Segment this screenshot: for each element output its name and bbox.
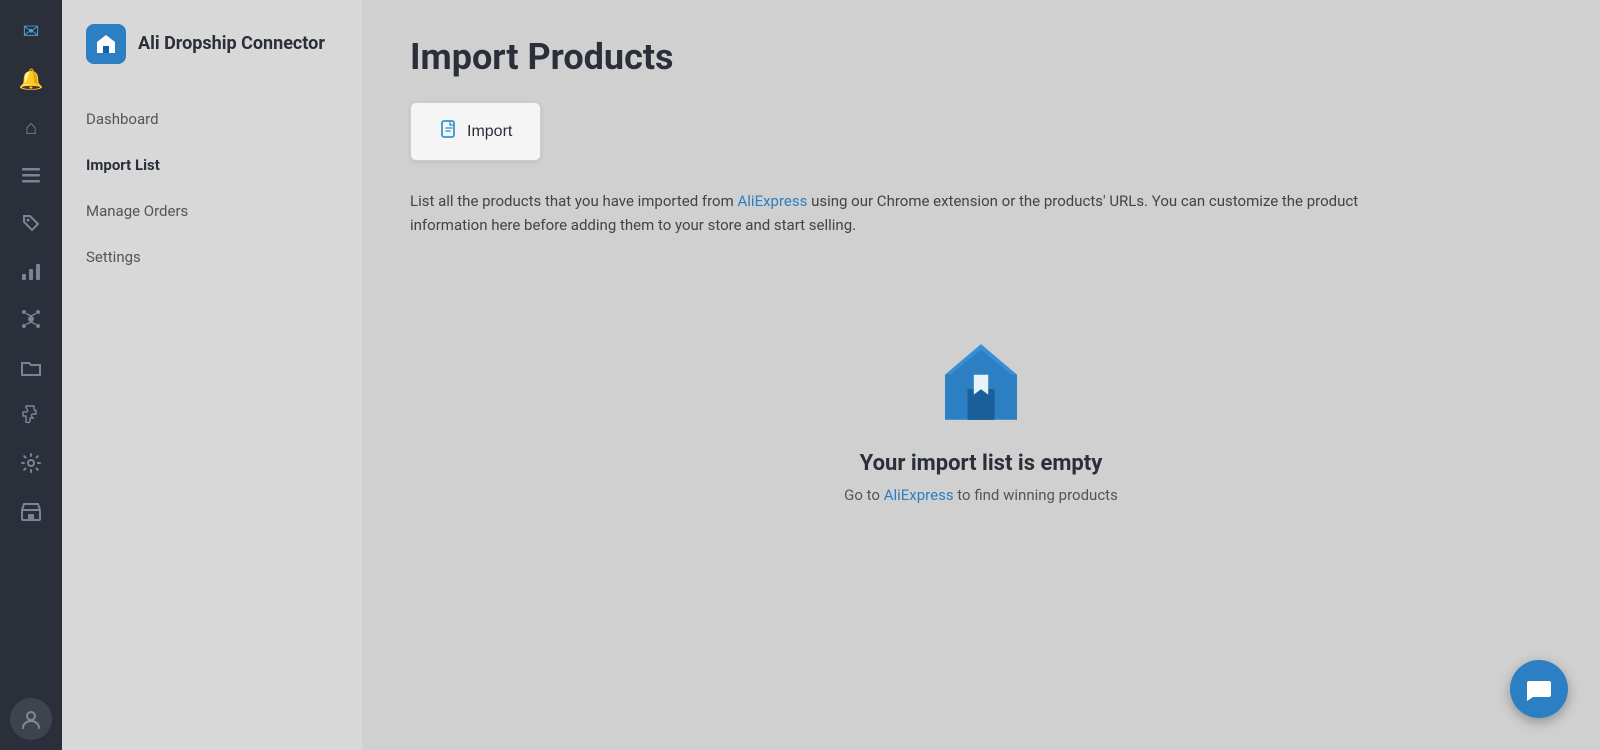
empty-state-title: Your import list is empty [860,451,1103,476]
app-logo-icon [86,24,126,64]
app-logo-text: Ali Dropship Connector [138,33,325,55]
empty-state-prefix: Go to [844,486,884,504]
bell-icon[interactable]: 🔔 [10,58,52,100]
integration-icon[interactable] [10,298,52,340]
main-content: Import Products Import List all the prod… [362,0,1600,750]
app-logo: Ali Dropship Connector [62,24,362,96]
user-avatar-icon[interactable] [10,698,52,740]
store-icon[interactable] [10,490,52,532]
import-button-label: Import [467,123,512,141]
nav-sidebar: Ali Dropship Connector Dashboard Import … [62,0,362,750]
chart-icon[interactable] [10,250,52,292]
icon-sidebar: ✉ 🔔 ⌂ [0,0,62,750]
nav-item-settings[interactable]: Settings [62,234,362,280]
description-text: List all the products that you have impo… [410,189,1410,237]
chat-bubble-button[interactable] [1510,660,1568,718]
import-button[interactable]: Import [410,102,541,161]
nav-menu: Dashboard Import List Manage Orders Sett… [62,96,362,280]
tag-icon[interactable] [10,202,52,244]
empty-state-icon [936,337,1026,431]
aliexpress-link-2[interactable]: AliExpress [884,486,954,504]
empty-state-subtitle: Go to AliExpress to find winning product… [844,486,1118,504]
list-icon[interactable] [10,154,52,196]
nav-item-manage-orders[interactable]: Manage Orders [62,188,362,234]
empty-state-suffix: to find winning products [957,486,1118,504]
puzzle-icon[interactable] [10,394,52,436]
settings-gear-icon[interactable] [10,442,52,484]
nav-item-import-list[interactable]: Import List [62,142,362,188]
empty-state: Your import list is empty Go to AliExpre… [410,297,1552,544]
description-prefix: List all the products that you have impo… [410,192,734,210]
folder-icon[interactable] [10,346,52,388]
aliexpress-link-1[interactable]: AliExpress [738,192,808,210]
mail-icon[interactable]: ✉ [10,10,52,52]
nav-item-dashboard[interactable]: Dashboard [62,96,362,142]
home-icon[interactable]: ⌂ [10,106,52,148]
page-title: Import Products [410,36,1552,78]
import-file-icon [439,119,459,144]
